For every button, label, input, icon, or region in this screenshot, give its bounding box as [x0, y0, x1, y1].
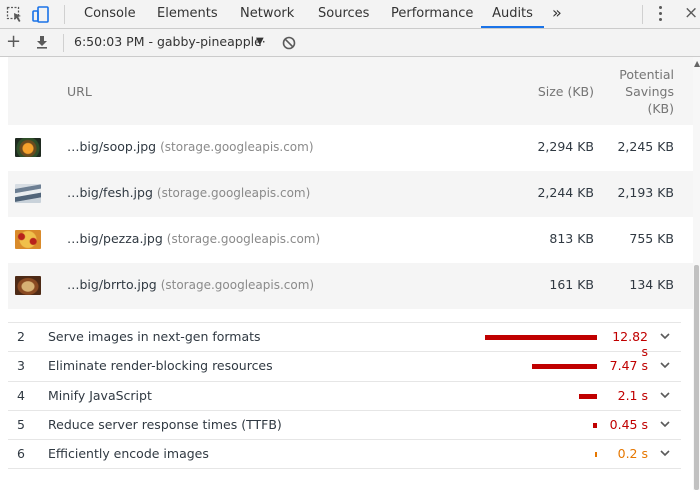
tab-elements[interactable]: Elements	[157, 0, 218, 28]
size-cell: 2,294 KB	[537, 139, 594, 154]
column-header-savings: Potential Savings (KB)	[598, 66, 674, 117]
savings-value: 0.45 s	[609, 416, 648, 432]
table-row: …big/fesh.jpg (storage.googleapis.com) 2,…	[8, 171, 693, 217]
size-cell: 2,244 KB	[537, 185, 594, 200]
tab-performance[interactable]: Performance	[391, 0, 473, 28]
device-toolbar-icon[interactable]	[32, 6, 50, 23]
audit-number: 2	[17, 329, 25, 344]
savings-value: 0.2 s	[617, 446, 648, 462]
dropdown-caret-icon[interactable]: ▼	[256, 36, 264, 47]
savings-cell: 755 KB	[629, 231, 674, 246]
inspect-element-icon[interactable]	[6, 6, 24, 23]
url-path[interactable]: …big/fesh.jpg	[67, 185, 153, 200]
audit-row[interactable]: 3 Eliminate render-blocking resources 7.…	[8, 352, 681, 382]
audit-number: 6	[17, 446, 25, 462]
url-cell[interactable]: …big/soop.jpg (storage.googleapis.com)	[67, 139, 314, 154]
savings-value: 7.47 s	[609, 358, 648, 374]
chevron-down-icon[interactable]	[659, 389, 671, 401]
toolbar-divider	[64, 5, 65, 24]
toolbar-divider	[642, 5, 643, 24]
url-host: (storage.googleapis.com)	[160, 278, 315, 292]
audit-row[interactable]: 2 Serve images in next-gen formats 12.82…	[8, 323, 681, 359]
size-cell: 161 KB	[549, 277, 594, 292]
table-row: …big/pezza.jpg (storage.googleapis.com) 8…	[8, 217, 693, 263]
audits-toolbar: + 6:50:03 PM - gabby-pineapple· ▼	[0, 29, 700, 57]
table-row: …big/brrto.jpg (storage.googleapis.com) 1…	[8, 263, 693, 309]
tab-network[interactable]: Network	[240, 0, 294, 28]
savings-bar	[532, 364, 597, 370]
chevron-down-icon[interactable]	[659, 330, 671, 342]
savings-bar	[579, 393, 597, 399]
scrollbar-thumb[interactable]	[694, 265, 699, 490]
audit-title[interactable]: Serve images in next-gen formats	[48, 329, 261, 344]
clear-icon[interactable]	[282, 36, 296, 50]
chevron-down-icon[interactable]	[659, 418, 671, 430]
chevron-down-icon[interactable]	[659, 447, 671, 459]
url-host: (storage.googleapis.com)	[166, 232, 321, 246]
savings-header-line: Savings	[625, 84, 674, 99]
column-header-url: URL	[67, 84, 92, 99]
chevron-down-icon[interactable]	[659, 359, 671, 371]
savings-bar	[595, 452, 597, 458]
scroll-up-arrow-icon[interactable]: ▲	[694, 59, 700, 68]
tab-sources[interactable]: Sources	[318, 0, 369, 28]
url-cell[interactable]: …big/brrto.jpg (storage.googleapis.com)	[67, 277, 314, 292]
audit-number: 3	[17, 358, 25, 374]
tab-audits[interactable]: Audits	[481, 0, 544, 28]
kebab-menu-icon[interactable]	[659, 6, 663, 22]
column-header-size: Size (KB)	[537, 84, 594, 99]
audit-title[interactable]: Efficiently encode images	[48, 446, 209, 461]
audit-number: 5	[17, 416, 25, 432]
savings-cell: 134 KB	[629, 277, 674, 292]
burrito-thumbnail	[15, 276, 41, 295]
opportunity-details-table: URL Size (KB) Potential Savings (KB) …bi…	[8, 57, 693, 309]
toolbar-divider	[63, 34, 64, 52]
devtools-tab-bar: Console Elements Network Sources Perform…	[0, 0, 700, 29]
url-cell[interactable]: …big/pezza.jpg (storage.googleapis.com)	[67, 231, 320, 246]
url-cell[interactable]: …big/fesh.jpg (storage.googleapis.com)	[67, 185, 310, 200]
table-header: URL Size (KB) Potential Savings (KB)	[8, 57, 693, 125]
audit-row[interactable]: 6 Efficiently encode images 0.2 s	[8, 440, 681, 470]
savings-bar	[593, 422, 597, 428]
pizza-thumbnail	[15, 230, 41, 249]
url-path[interactable]: …big/pezza.jpg	[67, 231, 163, 246]
audit-title[interactable]: Eliminate render-blocking resources	[48, 358, 273, 373]
audit-row[interactable]: 5 Reduce server response times (TTFB) 0.…	[8, 411, 681, 441]
size-cell: 813 KB	[549, 231, 594, 246]
savings-header-line: (KB)	[647, 101, 674, 116]
tab-console[interactable]: Console	[84, 0, 136, 28]
report-select[interactable]: 6:50:03 PM - gabby-pineapple·	[74, 34, 266, 49]
savings-cell: 2,245 KB	[617, 139, 674, 154]
audit-title[interactable]: Reduce server response times (TTFB)	[48, 417, 282, 432]
plus-icon[interactable]: +	[6, 33, 21, 51]
audit-row[interactable]: 4 Minify JavaScript 2.1 s	[8, 382, 681, 411]
fish-thumbnail	[15, 184, 41, 203]
url-host: (storage.googleapis.com)	[156, 186, 311, 200]
url-path[interactable]: …big/brrto.jpg	[67, 277, 157, 292]
savings-value: 2.1 s	[617, 387, 648, 403]
more-tabs-icon[interactable]: »	[552, 3, 566, 23]
close-icon[interactable]: ×	[684, 3, 698, 23]
table-row: …big/soop.jpg (storage.googleapis.com) 2,…	[8, 125, 693, 171]
opportunities-list: 2 Serve images in next-gen formats 12.82…	[8, 322, 681, 470]
audit-number: 4	[17, 387, 25, 403]
savings-cell: 2,193 KB	[617, 185, 674, 200]
audit-title[interactable]: Minify JavaScript	[48, 388, 152, 403]
url-path[interactable]: …big/soop.jpg	[67, 139, 156, 154]
savings-bar	[485, 335, 597, 340]
savings-header-line: Potential	[619, 67, 674, 82]
soup-thumbnail	[15, 138, 41, 157]
url-host: (storage.googleapis.com)	[160, 140, 314, 154]
download-icon[interactable]	[35, 35, 49, 49]
